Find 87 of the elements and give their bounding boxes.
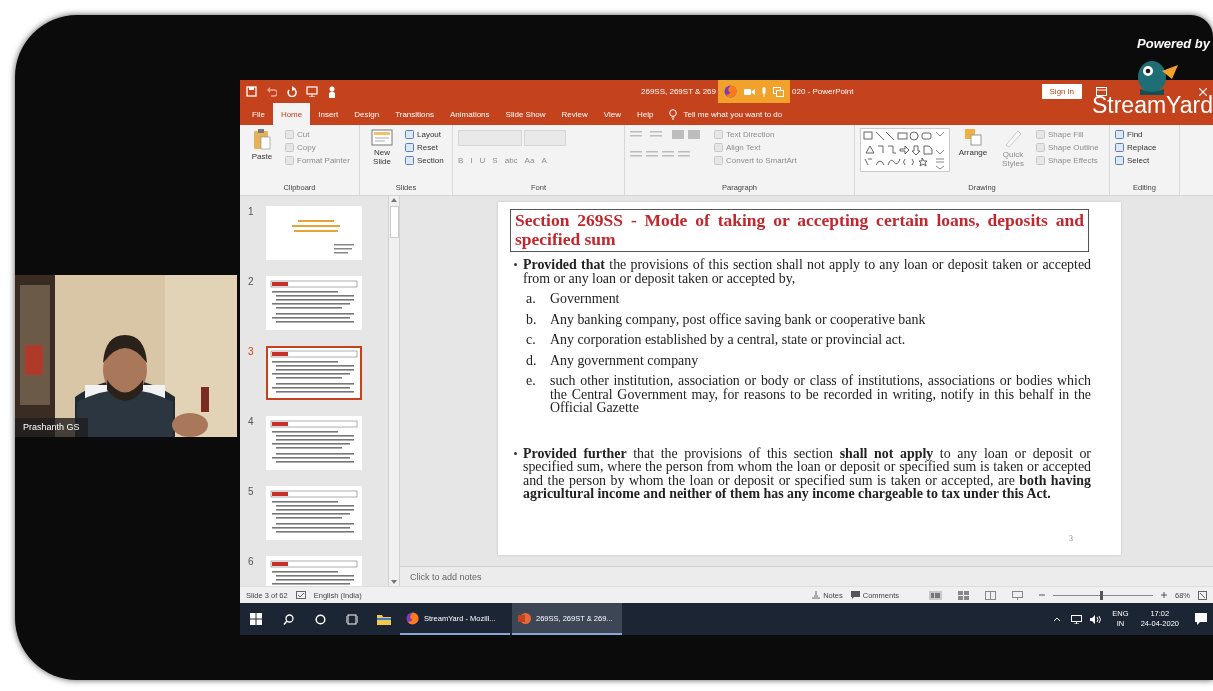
- volume-icon[interactable]: [1090, 614, 1103, 624]
- start-icon[interactable]: [250, 613, 262, 625]
- ribbon-button[interactable]: Reset: [405, 143, 444, 152]
- task-view-icon[interactable]: [346, 613, 358, 625]
- cortana-icon[interactable]: [314, 613, 326, 625]
- ribbon-tab[interactable]: Transitions: [387, 103, 442, 125]
- comment-icon: [850, 591, 860, 599]
- redo-icon[interactable]: [286, 86, 297, 97]
- ribbon-button[interactable]: New Slide: [365, 128, 399, 166]
- slideshow-icon[interactable]: [306, 86, 318, 97]
- microphone-icon: [762, 86, 767, 97]
- list-marker: d.: [526, 353, 538, 367]
- page-number: 3: [1069, 534, 1073, 543]
- shape-gallery[interactable]: [860, 128, 950, 172]
- list-item-text: Any corporation established by a central, state or provincial act.: [550, 333, 907, 347]
- bullet-icon: [514, 451, 517, 455]
- save-icon[interactable]: [246, 86, 257, 97]
- camera-icon: [744, 87, 756, 96]
- ribbon-button[interactable]: Find: [1115, 130, 1157, 139]
- normal-view-icon[interactable]: [929, 590, 942, 600]
- browser-icon: [724, 85, 738, 98]
- presentation-app-icon: [518, 611, 531, 625]
- ribbon-button[interactable]: Replace: [1115, 143, 1157, 152]
- brand-logo: StreamYard: [1092, 93, 1213, 118]
- arrange-icon: [964, 128, 982, 146]
- list-item-text: Any banking company, post office saving bank or cooperative bank: [550, 312, 927, 326]
- chevron-up-icon[interactable]: [1053, 616, 1062, 622]
- zoom-in-icon[interactable]: [1161, 592, 1167, 598]
- slide-number: 3: [248, 346, 255, 357]
- network-icon[interactable]: [1071, 614, 1083, 624]
- ribbon-tab[interactable]: Animations: [442, 103, 498, 125]
- notification-icon[interactable]: [1195, 613, 1207, 625]
- ribbon-tab[interactable]: File: [244, 103, 273, 125]
- scrollbar-thumb[interactable]: [389, 206, 399, 238]
- ribbon-tab[interactable]: Help: [629, 103, 662, 125]
- notes-icon: [812, 591, 821, 599]
- list-item-text: Any government company: [550, 353, 700, 367]
- slide-sorter-icon[interactable]: [958, 590, 969, 600]
- slide-number: 6: [248, 556, 255, 567]
- screen-share-icon: [773, 86, 785, 97]
- close-icon[interactable]: [1199, 87, 1207, 96]
- slide-title: Section 269SS - Mode of taking or accepting certain loans, deposits and specified sum: [510, 209, 1089, 252]
- lightbulb-icon: [669, 108, 678, 120]
- ribbon-button[interactable]: Layout: [405, 130, 444, 139]
- clipboard-icon: [253, 128, 271, 150]
- slide-number: 2: [248, 276, 255, 287]
- quick-styles-icon: [1003, 128, 1023, 148]
- fit-slide-icon[interactable]: [1198, 590, 1207, 600]
- zoom-slider-thumb[interactable]: [1100, 590, 1103, 600]
- bullet-text: Provided that the provisions of this section shall not apply to any loan or deposit taken or accepted from or any loan or deposit taken or accepted by,: [523, 258, 1091, 285]
- ribbon-button[interactable]: Paste: [245, 128, 279, 161]
- ribbon-tab[interactable]: Review: [553, 103, 596, 125]
- list-marker: c.: [526, 333, 537, 347]
- ribbon-tab[interactable]: Slide Show: [497, 103, 554, 125]
- list-marker: b.: [526, 312, 538, 326]
- ribbon-tab[interactable]: Insert: [310, 103, 347, 125]
- list-marker: e.: [526, 374, 537, 390]
- tell-me-field[interactable]: Tell me what you want to do: [683, 109, 783, 119]
- sign-in-button[interactable]: Sign in: [1041, 84, 1082, 99]
- font-size-field[interactable]: [524, 130, 566, 146]
- folder-icon[interactable]: [377, 613, 391, 625]
- ribbon-button[interactable]: Arrange: [956, 128, 990, 157]
- bullet-icon: [514, 263, 517, 266]
- list-item-text: Government: [550, 292, 621, 306]
- slideshow-icon[interactable]: [1012, 590, 1023, 600]
- window-title: 269SS, 269ST & 269: [641, 87, 717, 96]
- undo-icon[interactable]: [266, 86, 277, 97]
- window-title: 020 - PowerPoint: [792, 87, 854, 96]
- participant-name: Prashanth GS: [15, 418, 88, 437]
- browser-icon: [406, 611, 419, 625]
- ribbon-display-icon[interactable]: [1096, 87, 1107, 96]
- list-marker: a.: [526, 292, 537, 306]
- ribbon-button[interactable]: Section: [405, 156, 444, 165]
- new-slide-icon: [371, 128, 393, 146]
- search-icon[interactable]: [282, 613, 294, 625]
- slide-number: 1: [248, 206, 255, 217]
- ribbon-tab[interactable]: View: [595, 103, 630, 125]
- ribbon-tab[interactable]: Home: [272, 103, 311, 125]
- slide-number: 4: [248, 416, 255, 427]
- ribbon-tab[interactable]: Design: [346, 103, 388, 125]
- slide-number: 5: [248, 486, 255, 497]
- list-item-text: such other institution, association or body or class of institutions, associations or bodies which the Central Government may, for reasons to be recorded in writing, notify in this behalf in the Official Gazette: [550, 374, 1091, 415]
- notes-placeholder[interactable]: Click to add notes: [410, 571, 482, 582]
- powered-by-label: Powered by: [1137, 35, 1212, 51]
- bullet-text: Provided further that the provisions of this section shall not apply to any loan or deposit or specified sum, where the person from whom the loan or deposit or specified sum is taken or accepted and the person by whom the loan or deposit or specified sum is taken or accepted, are both having agricultural income and neither of them has any income chargeable to tax under this Act.: [523, 446, 1091, 501]
- reading-view-icon[interactable]: [985, 590, 996, 600]
- ribbon-button[interactable]: Select: [1115, 156, 1157, 165]
